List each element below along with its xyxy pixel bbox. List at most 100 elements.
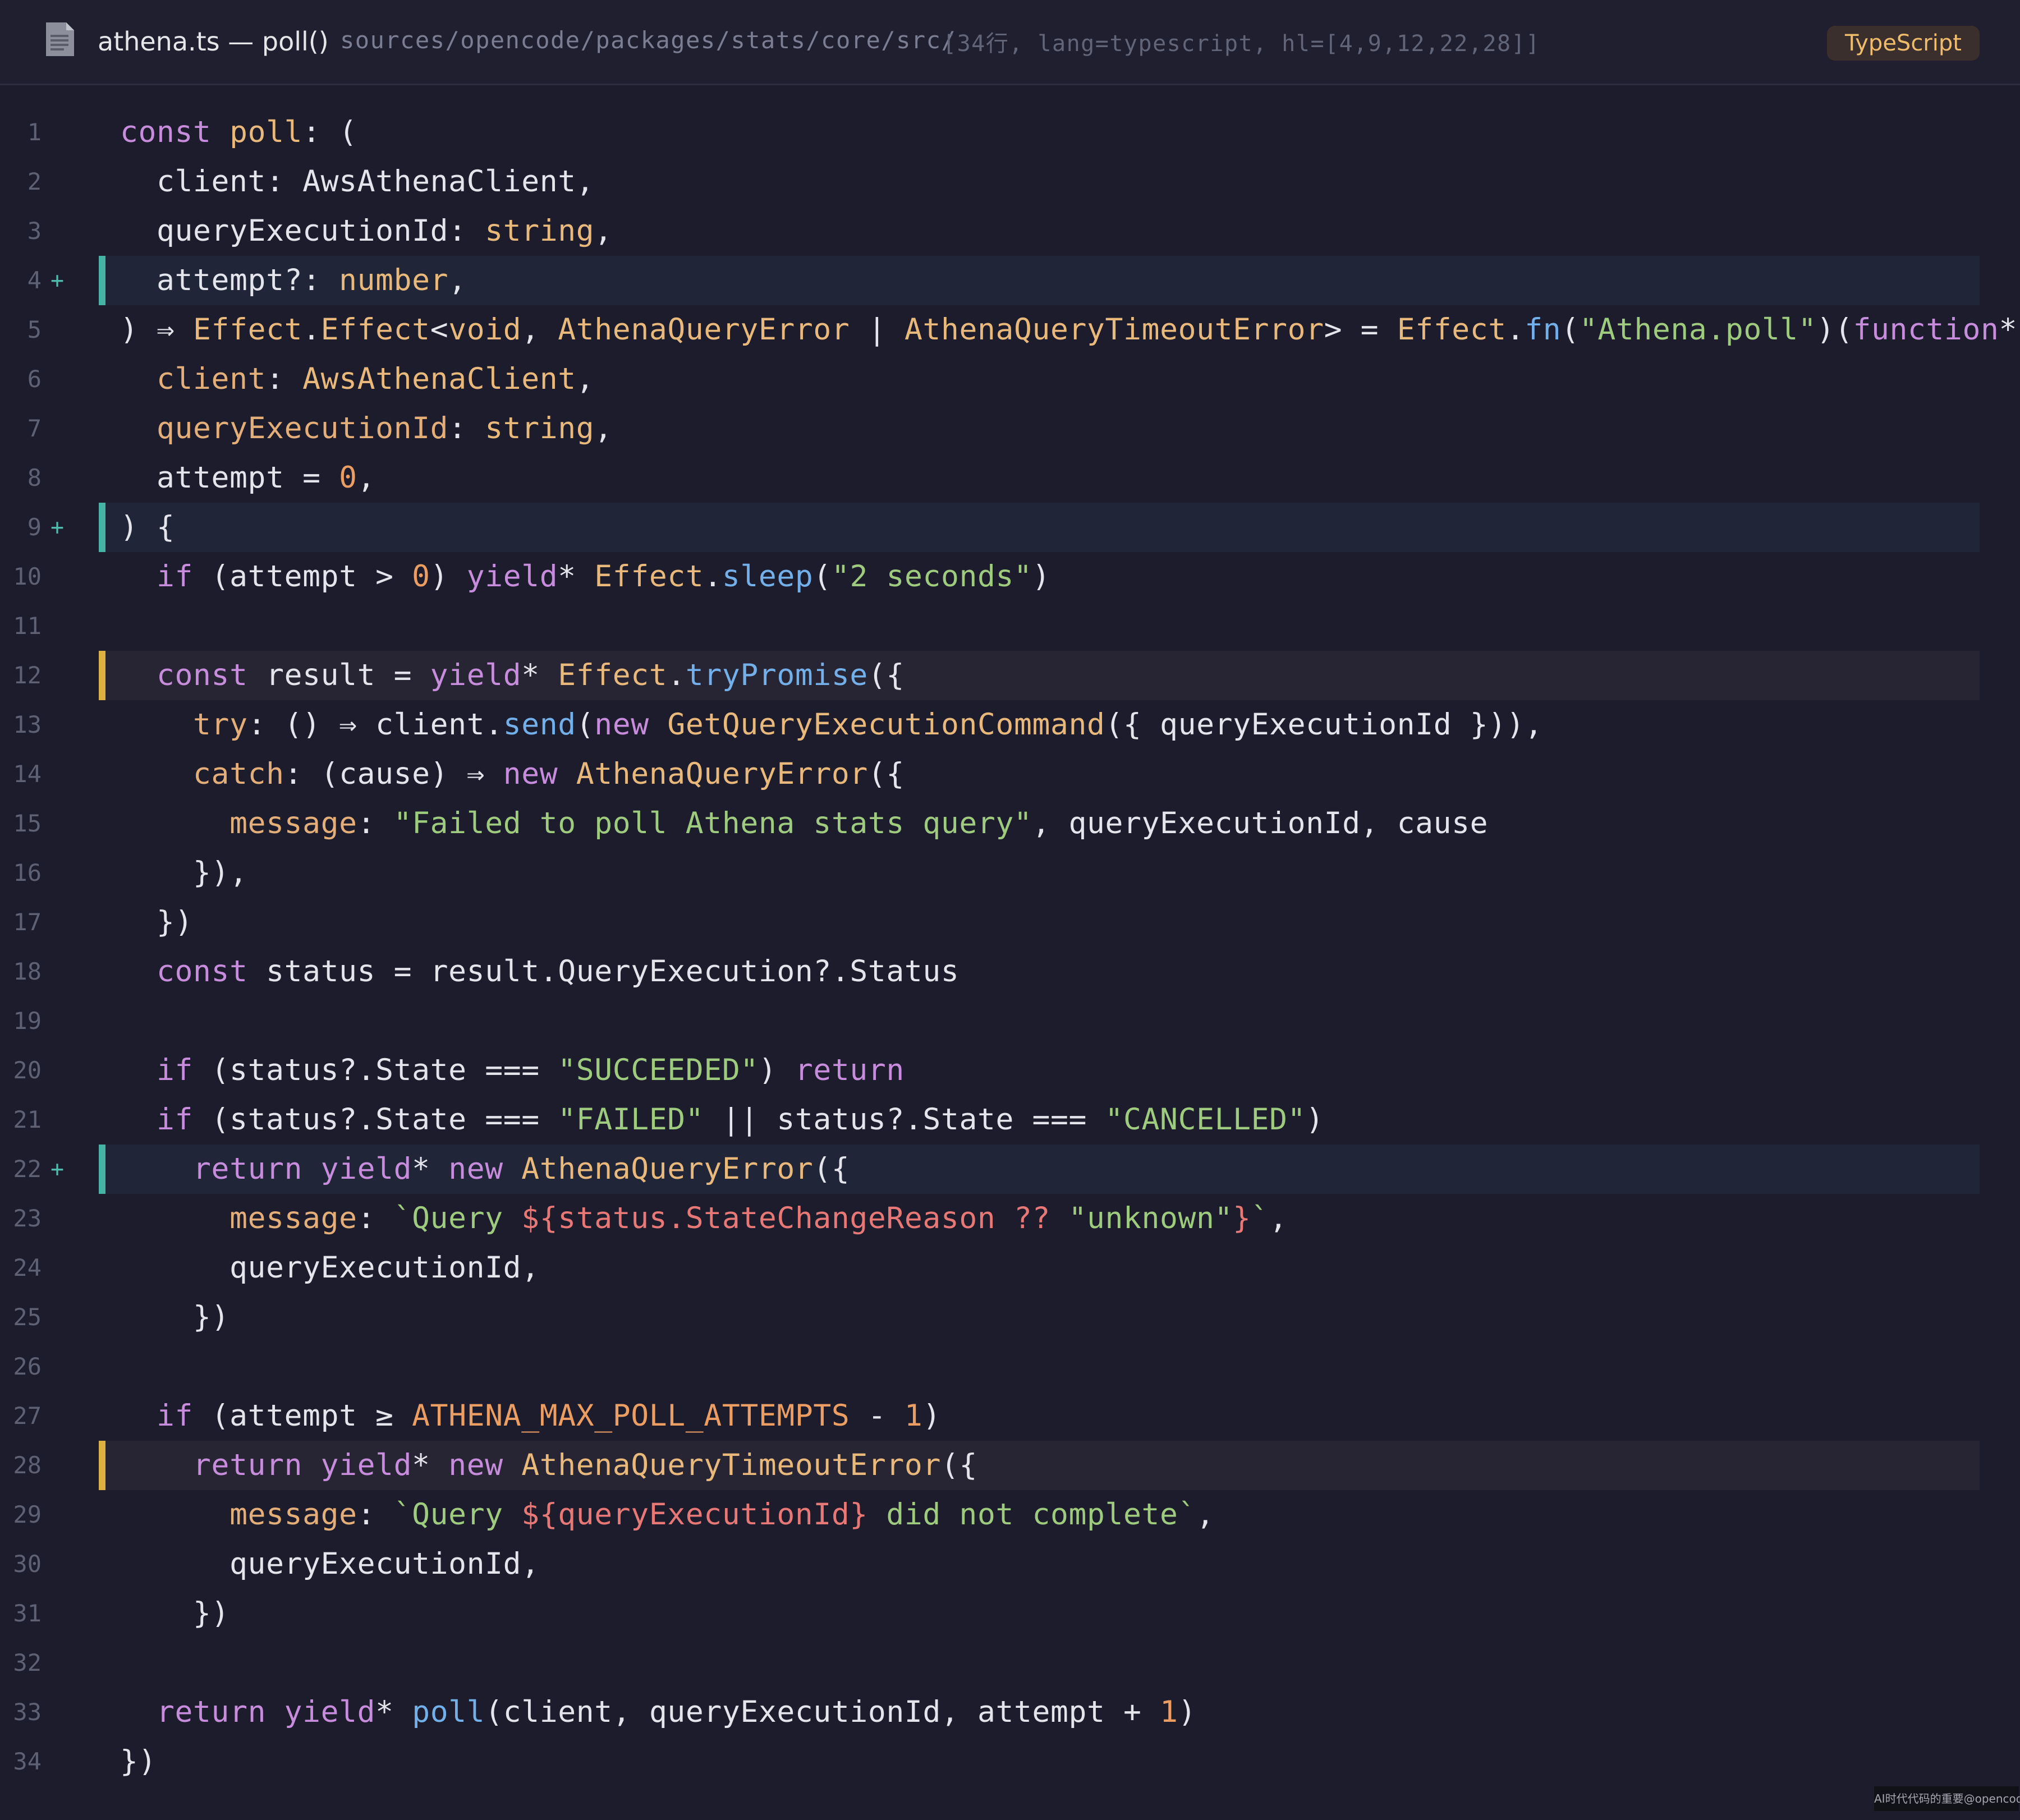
line-number: 32 (13, 1649, 42, 1676)
line-number: 33 (13, 1698, 42, 1726)
line-number: 30 (13, 1550, 42, 1578)
code-token: }) (120, 1744, 157, 1778)
code-text[interactable]: }) (120, 1589, 229, 1638)
code-line[interactable]: 9 +) { (0, 503, 2020, 552)
code-text[interactable]: if (attempt > 0) yield* Effect.sleep("2 … (120, 552, 1050, 601)
code-text[interactable]: return yield* new AthenaQueryError({ (120, 1145, 850, 1194)
code-line[interactable]: 15 message: "Failed to poll Athena stats… (0, 799, 2020, 848)
code-line[interactable]: 34}) (0, 1737, 2020, 1786)
code-text[interactable]: ) ⇒ Effect.Effect<void, AthenaQueryError… (120, 305, 2017, 355)
code-line[interactable]: 29 message: `Query ${queryExecutionId} d… (0, 1490, 2020, 1539)
code-token: new (594, 707, 649, 742)
code-token: string (485, 411, 595, 445)
code-line[interactable]: 20 if (status?.State === "SUCCEEDED") re… (0, 1046, 2020, 1095)
code-token: * (1999, 312, 2018, 347)
code-line[interactable]: 23 message: `Query ${status.StateChangeR… (0, 1194, 2020, 1243)
line-number: 15 (13, 810, 42, 837)
code-text[interactable]: }) (120, 1293, 229, 1342)
code-token: : () ⇒ client. (247, 707, 503, 742)
code-token: : (448, 411, 485, 445)
code-text[interactable]: return yield* poll(client, queryExecutio… (120, 1688, 1196, 1737)
code-line[interactable]: 10 if (attempt > 0) yield* Effect.sleep(… (0, 552, 2020, 601)
code-text[interactable]: catch: (cause) ⇒ new AthenaQueryError({ (120, 750, 905, 799)
code-text[interactable]: attempt?: number, (120, 256, 467, 305)
code-text[interactable]: return yield* new AthenaQueryTimeoutErro… (120, 1441, 977, 1490)
code-token: message (229, 1201, 357, 1235)
code-line[interactable]: 18 const status = result.QueryExecution?… (0, 947, 2020, 996)
code-line[interactable]: 33 return yield* poll(client, queryExecu… (0, 1688, 2020, 1737)
code-token: if (157, 1399, 194, 1433)
code-token: AthenaQueryError (558, 312, 850, 347)
code-text[interactable]: ) { (120, 503, 175, 552)
code-text[interactable]: if (status?.State === "SUCCEEDED") retur… (120, 1046, 905, 1095)
code-line[interactable]: 3 queryExecutionId: string, (0, 206, 2020, 256)
code-line[interactable]: 30 queryExecutionId, (0, 1539, 2020, 1589)
code-text[interactable]: }) (120, 1737, 157, 1786)
code-text[interactable]: message: `Query ${status.StateChangeReas… (120, 1194, 1288, 1243)
code-text[interactable]: }) (120, 898, 193, 947)
code-line[interactable]: 19 (0, 996, 2020, 1046)
code-token: }), (120, 856, 248, 890)
code-text[interactable]: queryExecutionId: string, (120, 206, 613, 256)
code-token: ) (758, 1053, 795, 1087)
code-line[interactable]: 7 queryExecutionId: string, (0, 404, 2020, 453)
code-line[interactable]: 27 if (attempt ≥ ATHENA_MAX_POLL_ATTEMPT… (0, 1391, 2020, 1441)
code-text[interactable]: client: AwsAthenaClient, (120, 355, 594, 404)
code-text[interactable]: message: "Failed to poll Athena stats qu… (120, 799, 1488, 848)
highlight-line-bar (99, 1441, 105, 1490)
code-text[interactable]: if (attempt ≥ ATHENA_MAX_POLL_ATTEMPTS -… (120, 1391, 941, 1441)
code-token: "Athena.poll" (1579, 312, 1817, 347)
code-token: fn (1525, 312, 1562, 347)
code-text[interactable]: try: () ⇒ client.send(new GetQueryExecut… (120, 700, 1543, 750)
code-line[interactable]: 4 + attempt?: number, (0, 256, 2020, 305)
code-token: : (cause) ⇒ (284, 757, 503, 791)
code-line[interactable]: 21 if (status?.State === "FAILED" || sta… (0, 1095, 2020, 1145)
code-text[interactable]: const poll: ( (120, 108, 357, 157)
document-icon (46, 22, 74, 56)
code-line[interactable]: 11 (0, 601, 2020, 651)
code-text[interactable]: attempt = 0, (120, 453, 375, 503)
language-badge[interactable]: TypeScript (1827, 26, 1980, 61)
code-line[interactable]: 13 try: () ⇒ client.send(new GetQueryExe… (0, 700, 2020, 750)
code-line[interactable]: 2 client: AwsAthenaClient, (0, 157, 2020, 206)
code-line[interactable]: 17 }) (0, 898, 2020, 947)
code-text[interactable]: const status = result.QueryExecution?.St… (120, 947, 959, 996)
file-path[interactable]: sources/opencode/packages/stats/core/src… (340, 25, 956, 56)
code-token: ATHENA_MAX_POLL_ATTEMPTS (412, 1399, 850, 1433)
code-area[interactable]: 1 const poll: (2 client: AwsAthenaClient,… (0, 108, 2020, 1791)
code-line[interactable]: 12 const result = yield* Effect.tryPromi… (0, 651, 2020, 700)
code-line[interactable]: 14 catch: (cause) ⇒ new AthenaQueryError… (0, 750, 2020, 799)
code-text[interactable]: queryExecutionId, (120, 1539, 540, 1589)
code-line[interactable]: 6 client: AwsAthenaClient, (0, 355, 2020, 404)
code-token: , (448, 263, 467, 297)
code-line[interactable]: 26 (0, 1342, 2020, 1391)
code-text[interactable]: queryExecutionId, (120, 1243, 540, 1293)
code-token: ({ queryExecutionId })), (1105, 707, 1543, 742)
code-token: ( (576, 707, 595, 742)
code-line[interactable]: 5) ⇒ Effect.Effect<void, AthenaQueryErro… (0, 305, 2020, 355)
code-token: ) { (120, 510, 175, 544)
code-line[interactable]: 8 attempt = 0, (0, 453, 2020, 503)
line-number: 16 (13, 859, 42, 886)
code-line[interactable]: 16 }), (0, 848, 2020, 898)
code-line[interactable]: 24 queryExecutionId, (0, 1243, 2020, 1293)
code-text[interactable]: const result = yield* Effect.tryPromise(… (120, 651, 905, 700)
code-text[interactable]: if (status?.State === "FAILED" || status… (120, 1095, 1324, 1145)
code-line[interactable]: 32 (0, 1638, 2020, 1688)
code-line[interactable]: 22 + return yield* new AthenaQueryError({ (0, 1145, 2020, 1194)
code-line[interactable]: 25 }) (0, 1293, 2020, 1342)
code-text[interactable]: queryExecutionId: string, (120, 404, 613, 453)
line-number: 26 (13, 1353, 42, 1380)
code-token: , (521, 312, 558, 347)
code-line[interactable]: 31 }) (0, 1589, 2020, 1638)
line-number: 9 (27, 513, 42, 541)
code-token: AthenaQueryError (576, 757, 868, 791)
code-text[interactable]: client: AwsAthenaClient, (120, 157, 594, 206)
code-line[interactable]: 1 const poll: ( (0, 108, 2020, 157)
diff-marker: + (50, 1156, 65, 1182)
code-text[interactable]: message: `Query ${queryExecutionId} did … (120, 1490, 1215, 1539)
code-text[interactable]: }), (120, 848, 248, 898)
code-line[interactable]: 28 return yield* new AthenaQueryTimeoutE… (0, 1441, 2020, 1490)
